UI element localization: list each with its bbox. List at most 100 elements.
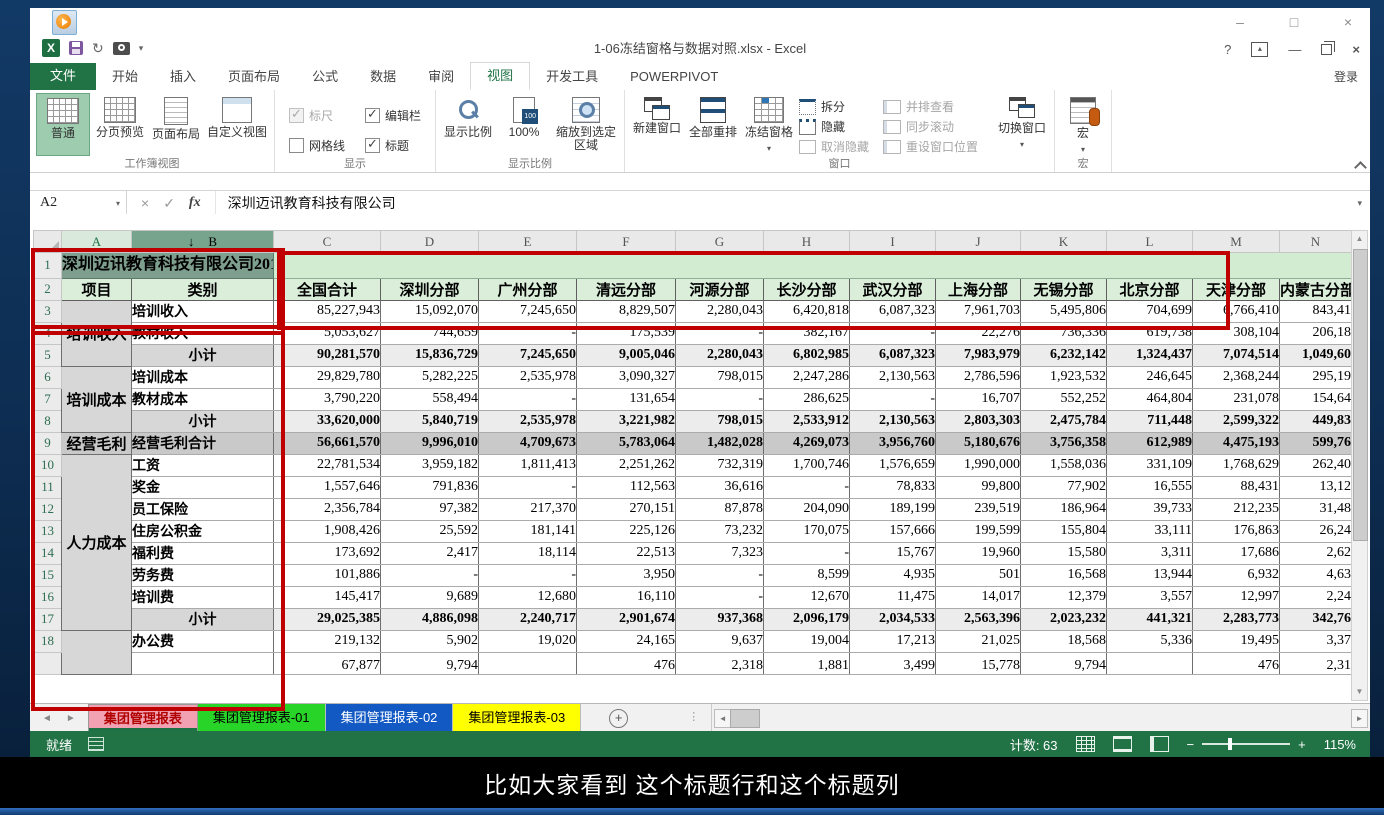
zoom-track[interactable]	[1202, 743, 1290, 745]
value-cell[interactable]: 937,368	[676, 608, 764, 630]
value-cell[interactable]: 382,167	[764, 322, 850, 344]
value-cell[interactable]: 5,783,064	[577, 432, 676, 454]
value-cell[interactable]: 87,878	[676, 498, 764, 520]
value-cell[interactable]: 2,283,773	[1193, 608, 1280, 630]
value-cell[interactable]: 3,959,182	[381, 454, 479, 476]
value-cell[interactable]: 1,811,413	[479, 454, 577, 476]
value-cell[interactable]: 262,40	[1280, 454, 1352, 476]
value-cell[interactable]: 798,015	[676, 410, 764, 432]
value-cell[interactable]: 9,996,010	[381, 432, 479, 454]
value-cell[interactable]: 558,494	[381, 388, 479, 410]
value-cell[interactable]: 4,886,098	[381, 608, 479, 630]
tab-insert[interactable]: 插入	[154, 64, 212, 90]
value-cell[interactable]: 2,130,563	[850, 366, 936, 388]
value-cell[interactable]: 7,323	[676, 542, 764, 564]
column-header-G[interactable]: G	[676, 231, 764, 253]
value-cell[interactable]: 552,252	[1021, 388, 1107, 410]
value-cell[interactable]: 798,015	[676, 366, 764, 388]
value-cell[interactable]: 7,961,703	[936, 300, 1021, 322]
value-cell[interactable]: 2,24	[1280, 586, 1352, 608]
value-cell[interactable]: 99,800	[936, 476, 1021, 498]
value-cell[interactable]: 5,282,225	[381, 366, 479, 388]
label-cell[interactable]: 小计	[132, 410, 274, 432]
sheet-nav-left-icon[interactable]: ◄	[42, 713, 52, 724]
collapse-ribbon-icon[interactable]	[1356, 160, 1366, 170]
group-cell[interactable]	[62, 630, 132, 674]
row-header[interactable]: 13	[34, 520, 62, 542]
value-cell[interactable]: 2,240,717	[479, 608, 577, 630]
value-cell[interactable]: 7,983,979	[936, 344, 1021, 366]
split-button[interactable]: 拆分	[799, 99, 869, 114]
value-cell[interactable]: 16,110	[577, 586, 676, 608]
value-cell[interactable]: 15,092,070	[381, 300, 479, 322]
label-cell[interactable]: 小计	[132, 608, 274, 630]
macro-record-icon[interactable]	[88, 737, 104, 751]
value-cell[interactable]: 7,245,650	[479, 344, 577, 366]
value-cell[interactable]: 15,778	[936, 652, 1021, 674]
value-cell[interactable]: 704,699	[1107, 300, 1193, 322]
zoom-to-selection-button[interactable]: 缩放到选定区域	[554, 93, 618, 156]
value-cell[interactable]: 2,034,533	[850, 608, 936, 630]
header-cell-branch[interactable]: 河源分部	[676, 278, 764, 300]
new-sheet-button[interactable]: +	[609, 709, 628, 728]
vertical-scroll-thumb[interactable]	[1353, 249, 1368, 541]
header-cell-branch[interactable]: 全国合计	[274, 278, 381, 300]
value-cell[interactable]: 18,114	[479, 542, 577, 564]
row-header[interactable]: 7	[34, 388, 62, 410]
value-cell[interactable]: 157,666	[850, 520, 936, 542]
value-cell[interactable]: 5,495,806	[1021, 300, 1107, 322]
value-cell[interactable]: 1,923,532	[1021, 366, 1107, 388]
view-side-by-side-button[interactable]: 并排查看	[883, 99, 978, 114]
value-cell[interactable]: -	[764, 542, 850, 564]
value-cell[interactable]: 1,049,60	[1280, 344, 1352, 366]
value-cell[interactable]: 17,213	[850, 630, 936, 652]
value-cell[interactable]: 88,431	[1193, 476, 1280, 498]
value-cell[interactable]: 4,63	[1280, 564, 1352, 586]
column-header-A[interactable]: A	[62, 231, 132, 253]
zoom-slider[interactable]: − +	[1187, 737, 1306, 752]
freeze-panes-button[interactable]: 冻结窗格 ▾	[743, 93, 795, 156]
value-cell[interactable]: 7,245,650	[479, 300, 577, 322]
row-header-2[interactable]: 2	[34, 278, 62, 300]
label-cell[interactable]: 工资	[132, 454, 274, 476]
header-cell-branch[interactable]: 内蒙古分部	[1280, 278, 1352, 300]
value-cell[interactable]: 12,670	[764, 586, 850, 608]
value-cell[interactable]	[1107, 652, 1193, 674]
value-cell[interactable]: 711,448	[1107, 410, 1193, 432]
value-cell[interactable]: 14,017	[936, 586, 1021, 608]
header-cell-branch[interactable]: 长沙分部	[764, 278, 850, 300]
value-cell[interactable]: 231,078	[1193, 388, 1280, 410]
row-header[interactable]: 11	[34, 476, 62, 498]
value-cell[interactable]: 476	[577, 652, 676, 674]
sheet-tab-0[interactable]: 集团管理报表	[88, 704, 198, 732]
value-cell[interactable]: -	[676, 388, 764, 410]
value-cell[interactable]: 19,020	[479, 630, 577, 652]
value-cell[interactable]: 15,836,729	[381, 344, 479, 366]
value-cell[interactable]: 6,802,985	[764, 344, 850, 366]
value-cell[interactable]: 1,908,426	[274, 520, 381, 542]
value-cell[interactable]: 77,902	[1021, 476, 1107, 498]
header-cell-branch[interactable]: 上海分部	[936, 278, 1021, 300]
value-cell[interactable]: 219,132	[274, 630, 381, 652]
value-cell[interactable]: 2,31	[1280, 652, 1352, 674]
value-cell[interactable]: 4,935	[850, 564, 936, 586]
value-cell[interactable]: 9,005,046	[577, 344, 676, 366]
value-cell[interactable]: -	[676, 586, 764, 608]
switch-windows-button[interactable]: 切换窗口 ▾	[996, 93, 1048, 156]
value-cell[interactable]: 2,318	[676, 652, 764, 674]
row-header[interactable]: 14	[34, 542, 62, 564]
value-cell[interactable]: 2,901,674	[577, 608, 676, 630]
unhide-button[interactable]: 取消隐藏	[799, 139, 869, 154]
label-cell[interactable]: 住房公积金	[132, 520, 274, 542]
value-cell[interactable]: 2,023,232	[1021, 608, 1107, 630]
value-cell[interactable]: 449,83	[1280, 410, 1352, 432]
column-header-L[interactable]: L	[1107, 231, 1193, 253]
value-cell[interactable]: 7,074,514	[1193, 344, 1280, 366]
horizontal-scrollbar[interactable]: ◄ ►	[711, 704, 1370, 732]
value-cell[interactable]: 181,141	[479, 520, 577, 542]
value-cell[interactable]: 501	[936, 564, 1021, 586]
label-cell[interactable]: 教材收入	[132, 322, 274, 344]
zoom-button[interactable]: 显示比例	[442, 93, 494, 156]
help-button[interactable]: ?	[1224, 42, 1231, 57]
row-header[interactable]: 4	[34, 322, 62, 344]
